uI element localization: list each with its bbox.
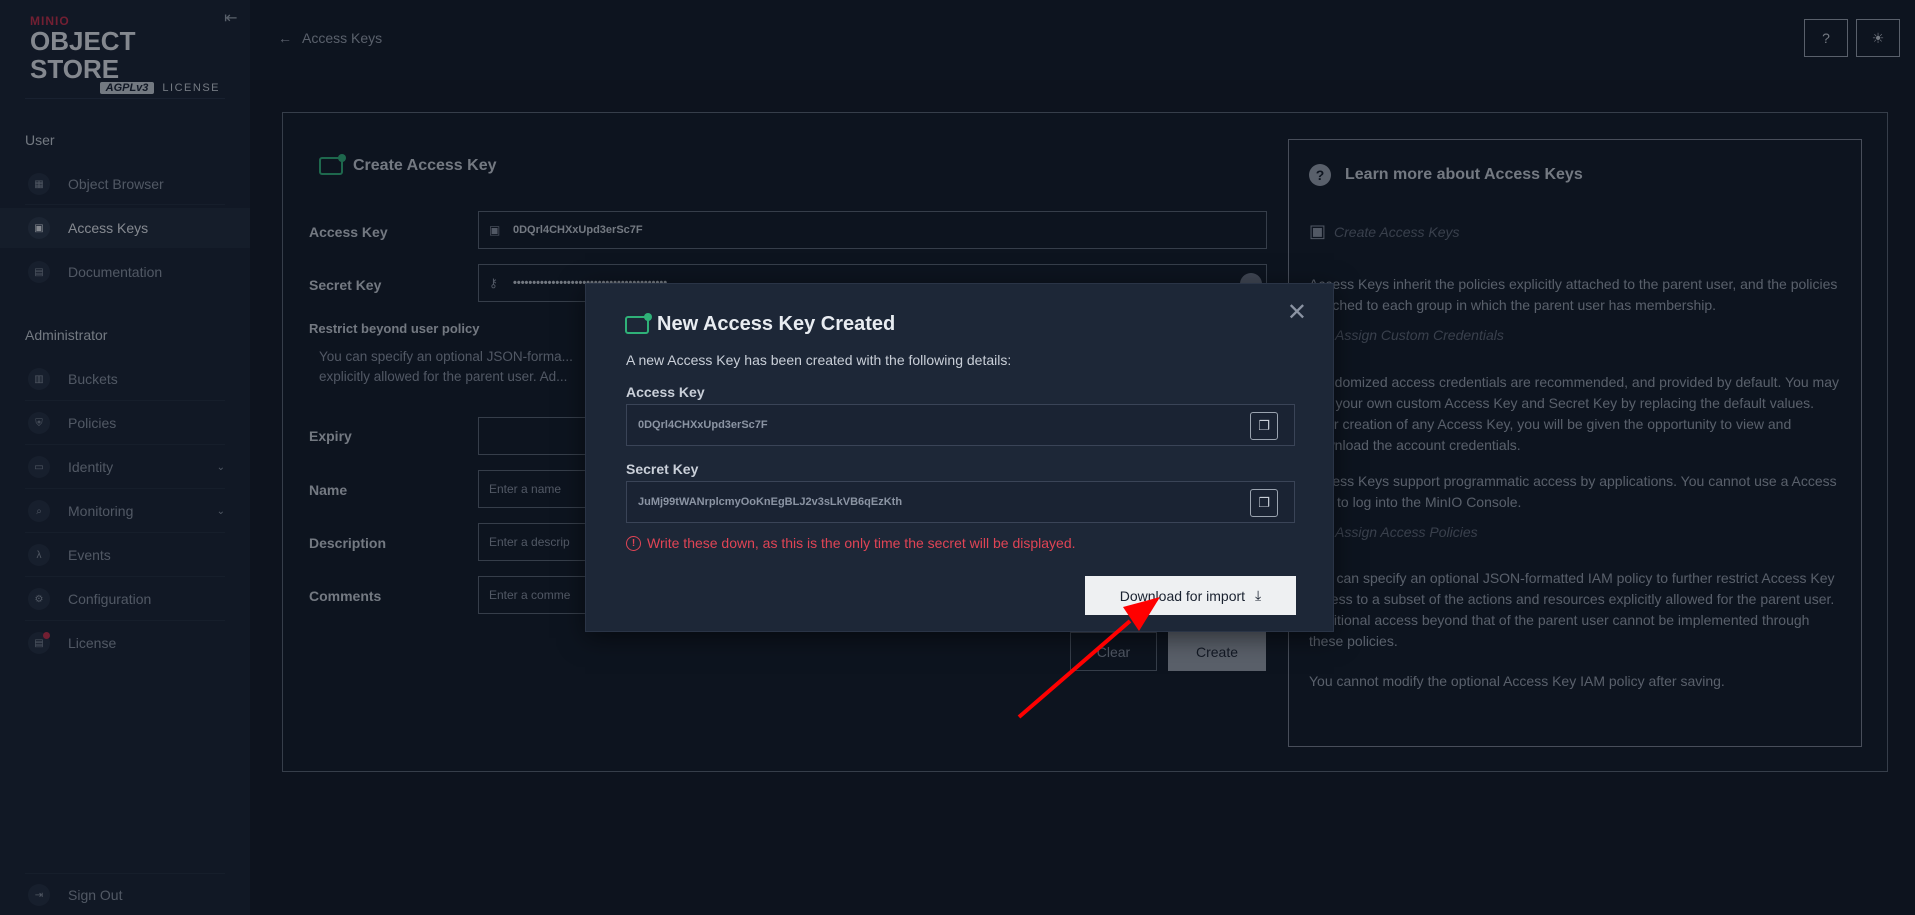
warning-icon: ! (626, 535, 641, 551)
modal-access-key-label: Access Key (626, 384, 705, 400)
modal-secret-key-field[interactable]: JuMj99tWANrplcmyOoKnEgBLJ2v3sLkVB6qEzKth… (626, 481, 1295, 523)
copy-access-key-button[interactable]: ❐ (1250, 412, 1278, 440)
close-icon[interactable]: ✕ (1287, 298, 1307, 327)
download-for-import-button[interactable]: Download for import ⤓ (1085, 576, 1296, 615)
access-key-badge-icon (625, 312, 652, 334)
copy-secret-key-button[interactable]: ❐ (1250, 489, 1278, 517)
modal-title-text: New Access Key Created (657, 313, 896, 335)
new-access-key-modal: ✕ New Access Key Created A new Access Ke… (585, 283, 1334, 632)
modal-description: A new Access Key has been created with t… (626, 352, 1012, 368)
secret-warning-text: Write these down, as this is the only ti… (647, 535, 1076, 551)
copy-icon: ❐ (1258, 495, 1270, 510)
modal-title: New Access Key Created (625, 312, 896, 336)
copy-icon: ❐ (1258, 418, 1270, 433)
secret-warning: ! Write these down, as this is the only … (626, 535, 1076, 551)
modal-access-key-value: 0DQrl4CHXxUpd3erSc7F (638, 419, 768, 431)
download-icon: ⤓ (1255, 587, 1262, 603)
modal-access-key-field[interactable]: 0DQrl4CHXxUpd3erSc7F ❐ (626, 404, 1295, 446)
modal-secret-key-label: Secret Key (626, 461, 699, 477)
download-label: Download for import (1119, 587, 1246, 604)
modal-secret-key-value: JuMj99tWANrplcmyOoKnEgBLJ2v3sLkVB6qEzKth (638, 496, 903, 508)
